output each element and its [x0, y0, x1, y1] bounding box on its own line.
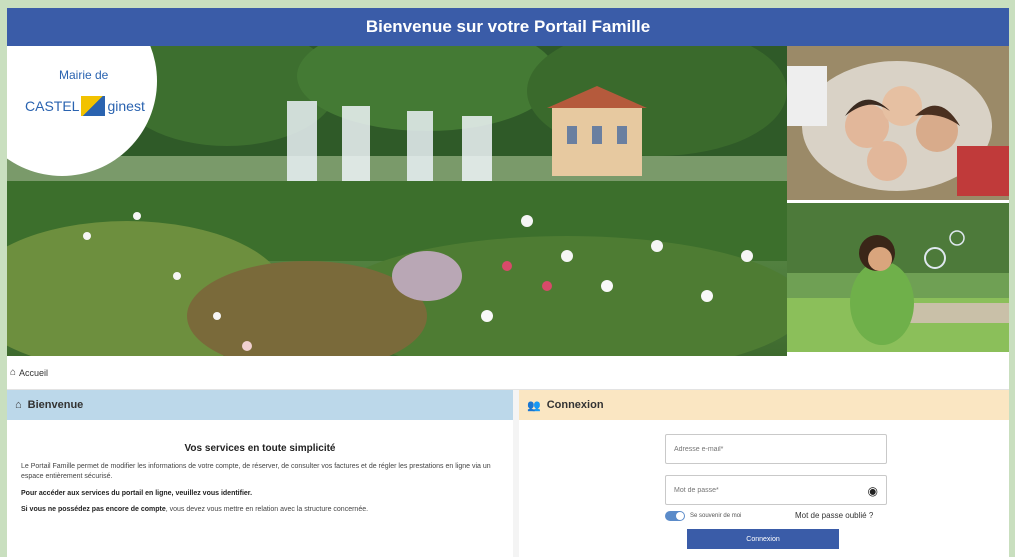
family-image	[787, 46, 1009, 200]
users-icon: 👥	[527, 399, 541, 412]
welcome-body: Vos services en toute simplicité Le Port…	[7, 420, 513, 532]
logo-mark: CASTEL ginest	[25, 96, 145, 116]
banner: Mairie de CASTEL ginest	[7, 46, 1009, 356]
home-icon: ⌂	[15, 399, 22, 411]
login-heading: Connexion	[546, 399, 604, 411]
breadcrumb-home-link[interactable]: Accueil	[19, 368, 48, 378]
email-field[interactable]	[666, 435, 886, 463]
welcome-identify: Pour accéder aux services du portail en …	[21, 489, 253, 497]
eye-icon[interactable]: ◉	[868, 484, 878, 498]
welcome-panel: ⌂ Bienvenue Vos services en toute simpli…	[7, 390, 513, 557]
family-photo	[787, 46, 1009, 200]
child-image	[787, 202, 1009, 352]
banner-park-photo: Mairie de CASTEL ginest	[7, 46, 787, 356]
home-icon[interactable]: ⌂	[10, 367, 16, 378]
welcome-no-account: Si vous ne possédez pas encore de compte…	[21, 505, 499, 515]
welcome-panel-header: ⌂ Bienvenue	[7, 390, 513, 420]
login-panel-header: 👥 Connexion	[519, 390, 1009, 420]
logo-text-ginest: ginest	[107, 98, 145, 114]
remember-me-label: Se souvenir de moi	[690, 513, 742, 519]
remember-me-row: Se souvenir de moi	[665, 511, 741, 521]
password-field[interactable]	[666, 476, 886, 504]
portal-window: Bienvenue sur votre Portail Famille Mair…	[7, 8, 1009, 557]
welcome-title: Vos services en toute simplicité	[184, 443, 336, 454]
logo-emblem-icon	[81, 96, 106, 116]
login-form: ◉ Se souvenir de moi Mot de passe oublié…	[519, 420, 1009, 557]
forgot-password-link[interactable]: Mot de passe oublié ?	[795, 511, 873, 520]
no-account-rest: , vous devez vous mettre en relation ave…	[165, 506, 369, 514]
logo-text-castel: CASTEL	[25, 98, 80, 114]
welcome-intro: Le Portail Famille permet de modifier le…	[21, 463, 491, 480]
login-panel: 👥 Connexion ◉ Se souvenir de moi Mot de …	[519, 390, 1009, 557]
main-content: ⌂ Bienvenue Vos services en toute simpli…	[7, 390, 1009, 557]
child-bubbles-photo	[787, 202, 1009, 357]
header-bar: Bienvenue sur votre Portail Famille	[7, 8, 1009, 46]
password-field-wrapper: ◉	[665, 475, 887, 505]
remember-me-toggle[interactable]	[665, 511, 685, 521]
breadcrumb: ⌂ Accueil	[7, 356, 1009, 390]
no-account-bold: Si vous ne possédez pas encore de compte	[21, 506, 166, 514]
logo-line-1: Mairie de	[59, 68, 109, 82]
banner-side-photos	[787, 46, 1009, 356]
login-button[interactable]: Connexion	[687, 529, 839, 549]
email-field-wrapper	[665, 434, 887, 464]
page-title: Bienvenue sur votre Portail Famille	[365, 17, 651, 36]
welcome-heading: Bienvenue	[27, 399, 84, 411]
